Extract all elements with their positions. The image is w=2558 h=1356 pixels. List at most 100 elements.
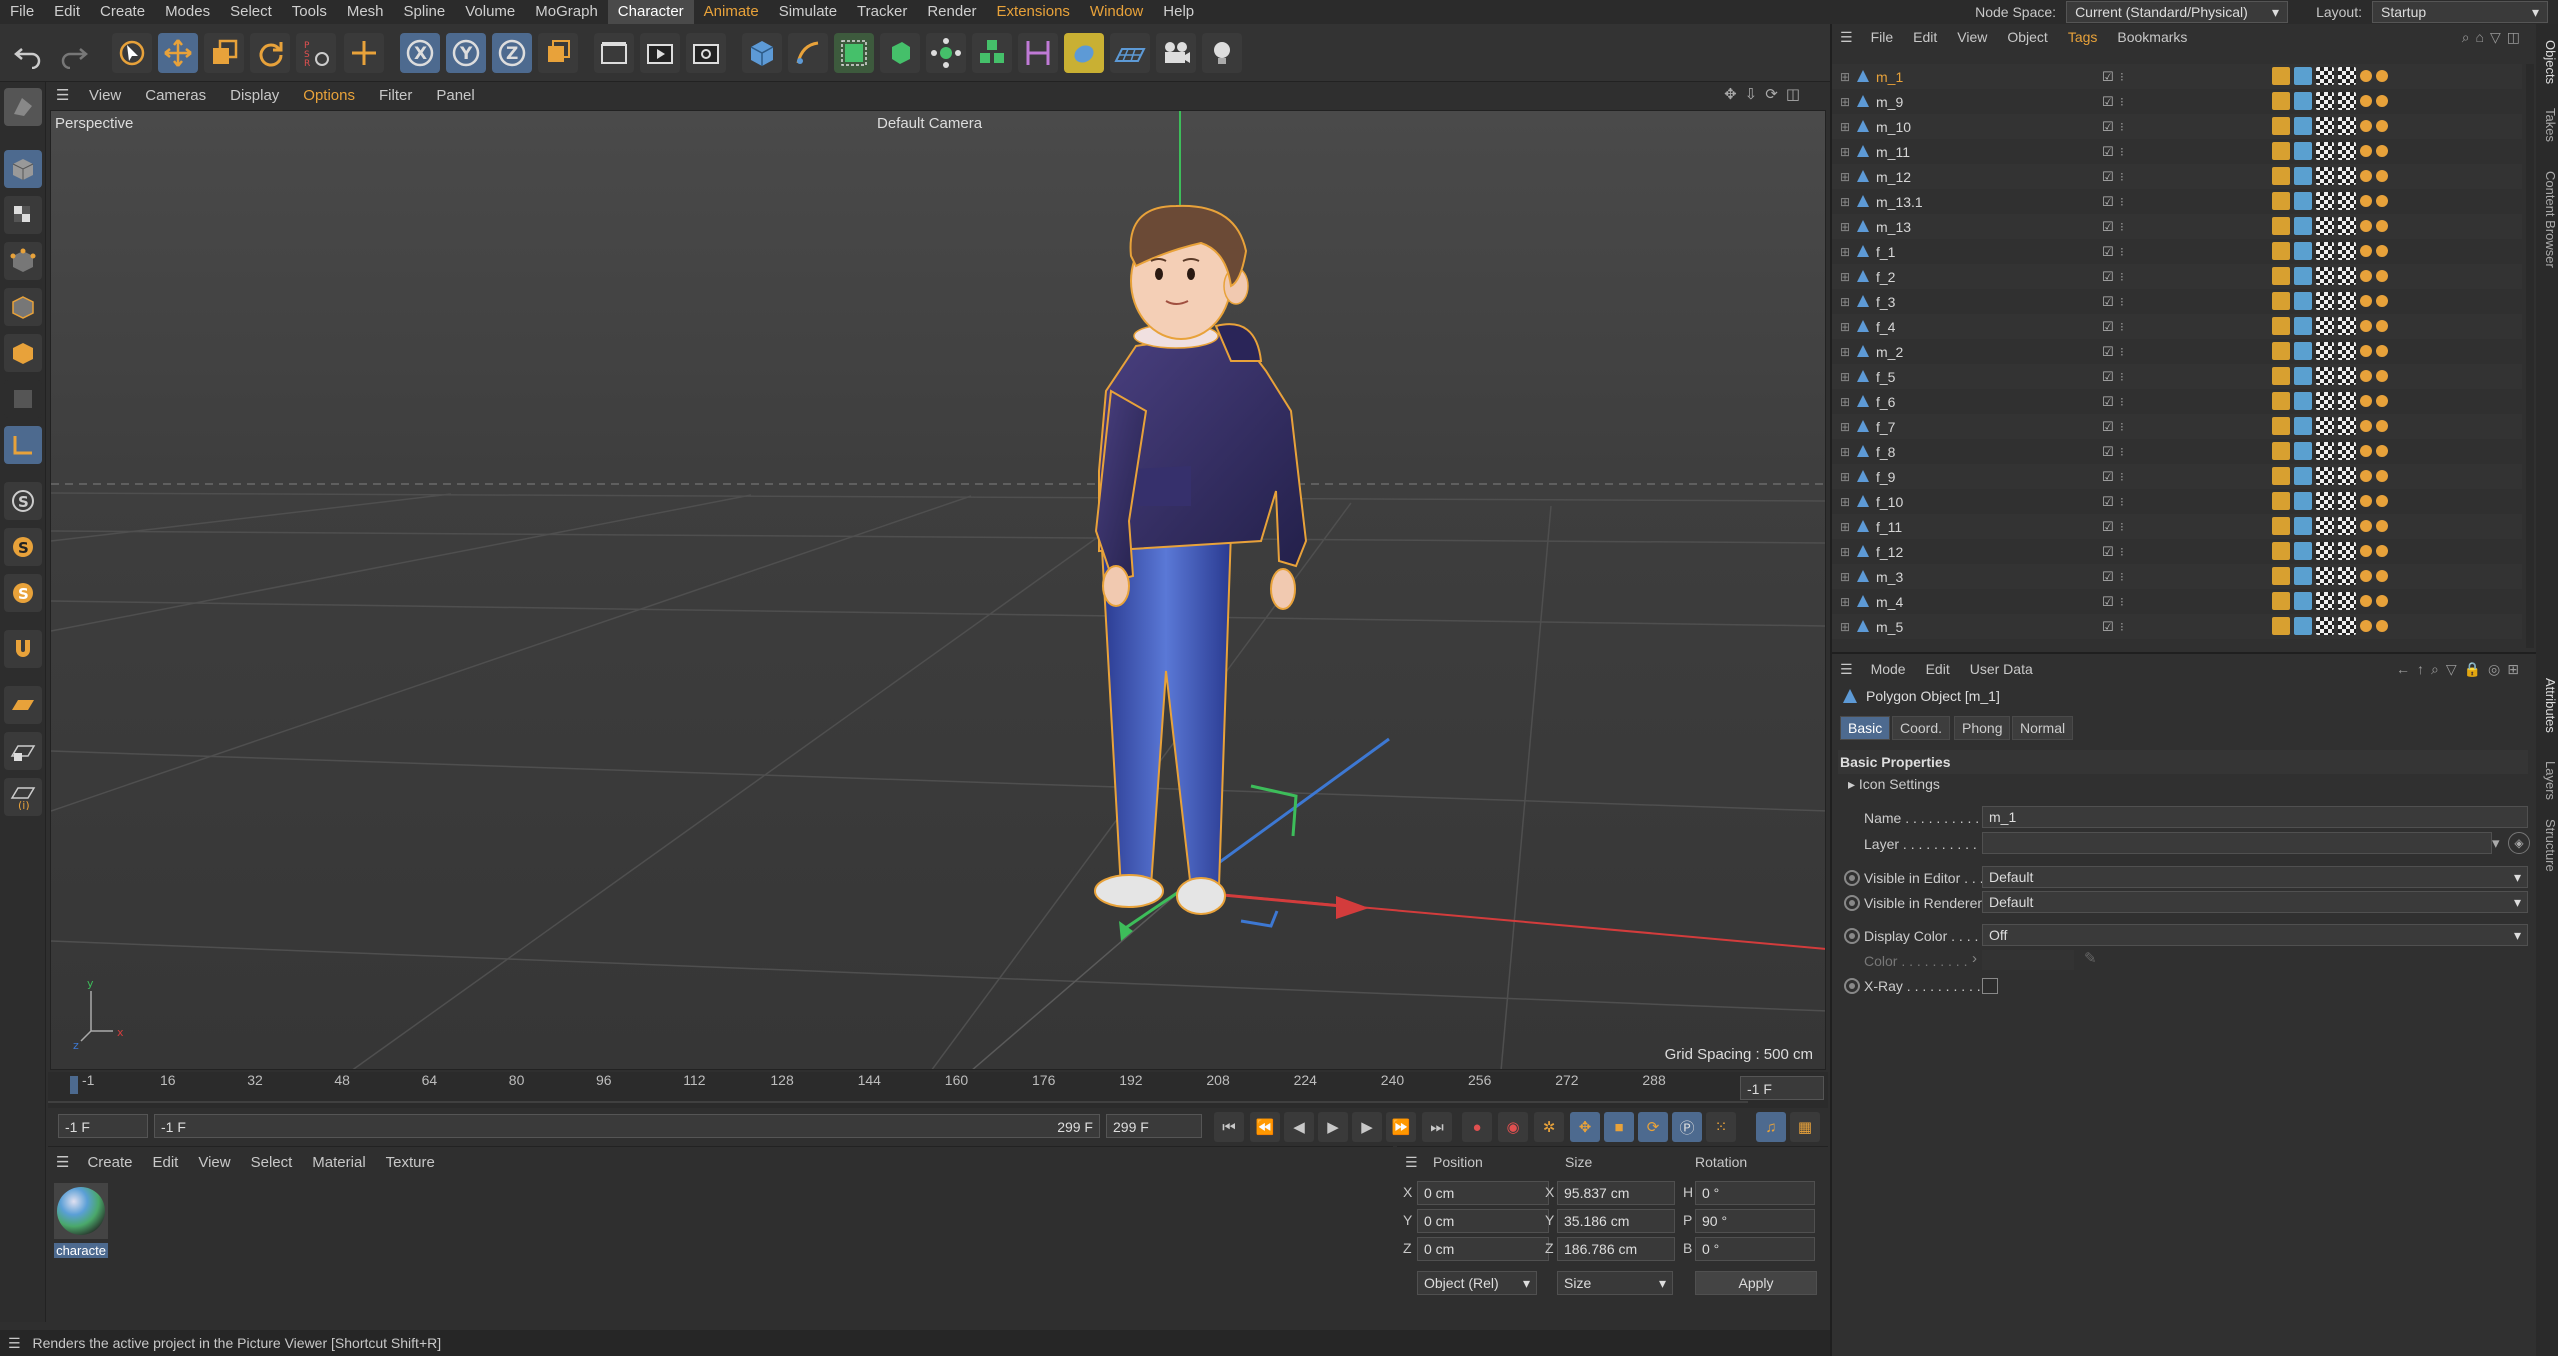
sound-icon[interactable]: ♫: [1756, 1112, 1786, 1142]
material-tag-icon[interactable]: [2272, 592, 2290, 610]
expand-icon[interactable]: ⊞: [1840, 370, 1850, 384]
layer-field[interactable]: [1982, 832, 2492, 854]
menu-select[interactable]: Select: [220, 0, 282, 24]
visibility-dots-icon[interactable]: ⁝: [2120, 220, 2124, 234]
menu-file[interactable]: File: [0, 0, 44, 24]
object-row[interactable]: ⊞ f_9 ☑ ⁝: [1832, 464, 2522, 489]
expand-icon[interactable]: ⊞: [1840, 545, 1850, 559]
floor-button[interactable]: [1110, 33, 1150, 73]
layer-checkbox-icon[interactable]: ☑: [2102, 494, 2114, 510]
layer-checkbox-icon[interactable]: ☑: [2102, 419, 2114, 435]
material-tag-icon[interactable]: [2360, 95, 2372, 107]
object-name[interactable]: f_6: [1876, 394, 1895, 410]
visibility-dots-icon[interactable]: ⁝: [2120, 395, 2124, 409]
expand-icon[interactable]: ⊞: [1840, 70, 1850, 84]
material-tag-icon[interactable]: [2294, 142, 2312, 160]
add-tool-button[interactable]: [344, 33, 384, 73]
layer-checkbox-icon[interactable]: ☑: [2102, 294, 2114, 310]
position-field[interactable]: 0 cm: [1417, 1237, 1549, 1261]
hamburger-icon[interactable]: ☰: [1832, 29, 1861, 46]
material-tag-icon[interactable]: [2272, 342, 2290, 360]
material-tag-icon[interactable]: [2316, 392, 2334, 410]
material-tag-icon[interactable]: [2338, 267, 2356, 285]
material-tag-icon[interactable]: [2360, 445, 2372, 457]
material-tag-icon[interactable]: [2294, 267, 2312, 285]
material-tag-icon[interactable]: [2294, 342, 2312, 360]
layer-checkbox-icon[interactable]: ☑: [2102, 194, 2114, 210]
layer-checkbox-icon[interactable]: ☑: [2102, 369, 2114, 385]
visibility-dots-icon[interactable]: ⁝: [2120, 195, 2124, 209]
viewport-menu-filter[interactable]: Filter: [368, 87, 423, 104]
material-tag-icon[interactable]: [2360, 545, 2372, 557]
material-tag-icon[interactable]: [2338, 117, 2356, 135]
material-tag-icon[interactable]: [2376, 195, 2388, 207]
material-tag-icon[interactable]: [2272, 192, 2290, 210]
visibility-dots-icon[interactable]: ⁝: [2120, 570, 2124, 584]
x-axis-lock-button[interactable]: X: [400, 33, 440, 73]
model-mode-button[interactable]: [4, 150, 42, 188]
object-name[interactable]: f_3: [1876, 294, 1895, 310]
material-tag-icon[interactable]: [2316, 342, 2334, 360]
key-scale-icon[interactable]: ■: [1604, 1112, 1634, 1142]
material-tag-icon[interactable]: [2376, 470, 2388, 482]
expand-icon[interactable]: ⊞: [1840, 445, 1850, 459]
key-pla-icon[interactable]: ⁙: [1706, 1112, 1736, 1142]
material-tag-icon[interactable]: [2272, 567, 2290, 585]
object-row[interactable]: ⊞ m_3 ☑ ⁝: [1832, 564, 2522, 589]
object-name[interactable]: m_5: [1876, 619, 1903, 635]
material-tag-icon[interactable]: [2294, 92, 2312, 110]
material-tag-icon[interactable]: [2272, 142, 2290, 160]
visibility-dots-icon[interactable]: ⁝: [2120, 445, 2124, 459]
expand-icon[interactable]: ⊞: [1840, 270, 1850, 284]
undo-button[interactable]: [8, 33, 48, 73]
viewport-menu-cameras[interactable]: Cameras: [134, 87, 217, 104]
subdivision-surface-button[interactable]: [834, 33, 874, 73]
size-mode-select[interactable]: Size ▾: [1557, 1271, 1673, 1295]
layer-checkbox-icon[interactable]: ☑: [2102, 444, 2114, 460]
objects-menu-tags[interactable]: Tags: [2058, 29, 2108, 45]
go-to-end-icon[interactable]: ⏭: [1422, 1112, 1452, 1142]
tab-normal[interactable]: Normal: [2012, 716, 2074, 740]
material-tag-icon[interactable]: [2360, 395, 2372, 407]
object-row[interactable]: ⊞ f_7 ☑ ⁝: [1832, 414, 2522, 439]
material-menu-material[interactable]: Material: [302, 1154, 375, 1171]
material-tag-icon[interactable]: [2316, 92, 2334, 110]
visibility-dots-icon[interactable]: ⁝: [2120, 420, 2124, 434]
frame-range-slider[interactable]: -1 F 299 F: [154, 1114, 1100, 1138]
layer-checkbox-icon[interactable]: ☑: [2102, 569, 2114, 585]
coordinate-system-button[interactable]: [538, 33, 578, 73]
chevron-down-icon[interactable]: ▾: [2492, 834, 2500, 852]
object-name[interactable]: m_2: [1876, 344, 1903, 360]
object-manager-tools[interactable]: ⌕⌂▽◫: [2462, 29, 2526, 46]
rotate-tool-button[interactable]: [250, 33, 290, 73]
material-tag-icon[interactable]: [2272, 392, 2290, 410]
material-tag-icon[interactable]: [2360, 595, 2372, 607]
layer-checkbox-icon[interactable]: ☑: [2102, 319, 2114, 335]
material-tag-icon[interactable]: [2294, 567, 2312, 585]
object-row[interactable]: ⊞ m_13 ☑ ⁝: [1832, 214, 2522, 239]
material-tag-icon[interactable]: [2316, 292, 2334, 310]
material-menu-create[interactable]: Create: [77, 1154, 142, 1171]
material-tag-icon[interactable]: [2294, 217, 2312, 235]
side-tab-structure[interactable]: Structure: [2536, 810, 2558, 880]
menu-modes[interactable]: Modes: [155, 0, 220, 24]
psr-tool-button[interactable]: PSR: [296, 33, 336, 73]
layer-checkbox-icon[interactable]: ☑: [2102, 269, 2114, 285]
material-tag-icon[interactable]: [2338, 467, 2356, 485]
material-tag-icon[interactable]: [2376, 620, 2388, 632]
material-tag-icon[interactable]: [2376, 95, 2388, 107]
material-tag-icon[interactable]: [2272, 292, 2290, 310]
go-to-start-icon[interactable]: ⏮: [1214, 1112, 1244, 1142]
material-tag-icon[interactable]: [2376, 220, 2388, 232]
expand-icon[interactable]: ⊞: [1840, 595, 1850, 609]
material-menu-select[interactable]: Select: [241, 1154, 303, 1171]
material-tag-icon[interactable]: [2360, 370, 2372, 382]
record-icon[interactable]: ●: [1462, 1112, 1492, 1142]
edges-mode-button[interactable]: [4, 288, 42, 326]
hamburger-icon[interactable]: ☰: [56, 86, 76, 104]
material-tag-icon[interactable]: [2338, 217, 2356, 235]
name-input[interactable]: m_1: [1982, 806, 2528, 828]
material-tag-icon[interactable]: [2316, 317, 2334, 335]
material-tag-icon[interactable]: [2316, 592, 2334, 610]
expand-icon[interactable]: ⊞: [1840, 570, 1850, 584]
